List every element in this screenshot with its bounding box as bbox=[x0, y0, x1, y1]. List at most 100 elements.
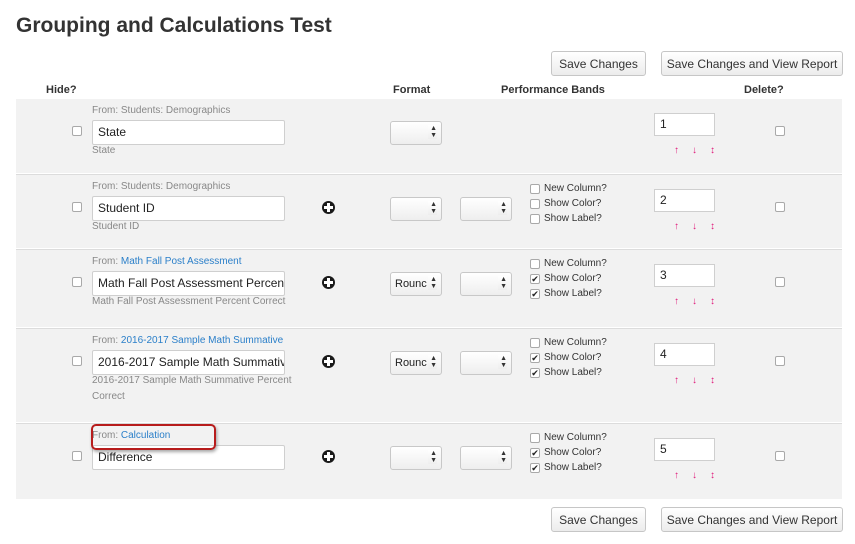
select-arrows-icon: ▲ ▼ bbox=[428, 276, 437, 290]
arrow-down-icon[interactable]: ↓ bbox=[692, 222, 697, 232]
column-name-input[interactable]: State bbox=[92, 120, 285, 145]
header-format: Format bbox=[393, 84, 431, 96]
arrow-down-icon[interactable]: ↓ bbox=[692, 471, 697, 481]
delete-checkbox[interactable] bbox=[775, 451, 785, 461]
show-label-checkbox[interactable]: ✔ bbox=[530, 463, 540, 473]
arrow-updown-icon[interactable]: ↕ bbox=[710, 471, 715, 481]
new-column-checkbox[interactable] bbox=[530, 338, 540, 348]
format-select[interactable]: Rounc ▲ ▼ bbox=[390, 351, 442, 375]
column-name-input[interactable]: Student ID bbox=[92, 196, 285, 221]
show-color-checkbox[interactable]: ✔ bbox=[530, 274, 540, 284]
hide-checkbox[interactable] bbox=[72, 451, 82, 461]
new-column-checkbox[interactable] bbox=[530, 433, 540, 443]
arrow-up-icon[interactable]: ↑ bbox=[674, 471, 679, 481]
show-label-checkbox-label: Show Label? bbox=[544, 367, 602, 378]
format-value: Rounc bbox=[395, 357, 427, 369]
order-input[interactable]: 1 bbox=[654, 113, 715, 136]
order-input[interactable]: 2 bbox=[654, 189, 715, 212]
source-prefix: From: bbox=[92, 335, 121, 346]
highlight-callout bbox=[91, 424, 216, 450]
select-arrows-icon: ▲ ▼ bbox=[428, 125, 437, 139]
arrow-updown-icon[interactable]: ↕ bbox=[710, 222, 715, 232]
arrow-down-icon[interactable]: ↓ bbox=[692, 376, 697, 386]
arrow-up-icon[interactable]: ↑ bbox=[674, 146, 679, 156]
show-color-checkbox[interactable]: ✔ bbox=[530, 353, 540, 363]
select-arrows-icon: ▲ ▼ bbox=[428, 355, 437, 369]
band-select[interactable]: ▲ ▼ bbox=[460, 446, 512, 470]
delete-checkbox[interactable] bbox=[775, 202, 785, 212]
arrow-up-icon[interactable]: ↑ bbox=[674, 376, 679, 386]
format-select[interactable]: ▲ ▼ bbox=[390, 197, 442, 221]
format-select[interactable]: ▲ ▼ bbox=[390, 446, 442, 470]
source-prefix: From: Students: Demographics bbox=[92, 181, 231, 192]
show-color-checkbox-label: Show Color? bbox=[544, 198, 602, 209]
band-select[interactable]: ▲ ▼ bbox=[460, 197, 512, 221]
source-label: From: Students: Demographics bbox=[92, 181, 230, 192]
select-arrows-icon: ▲ ▼ bbox=[498, 276, 507, 290]
new-column-checkbox-label: New Column? bbox=[544, 183, 607, 194]
source-label: From: 2016-2017 Sample Math Summative bbox=[92, 335, 283, 346]
save-button-bottom[interactable]: Save Changes bbox=[551, 507, 646, 532]
show-color-checkbox[interactable] bbox=[530, 199, 540, 209]
arrow-down-icon[interactable]: ↓ bbox=[692, 146, 697, 156]
source-link[interactable]: Math Fall Post Assessment bbox=[121, 256, 242, 267]
format-select[interactable]: ▲ ▼ bbox=[390, 121, 442, 145]
show-label-checkbox-label: Show Label? bbox=[544, 213, 602, 224]
plus-circle-icon[interactable] bbox=[322, 355, 335, 368]
header-delete: Delete? bbox=[744, 84, 784, 96]
column-name-input[interactable]: 2016-2017 Sample Math Summative bbox=[92, 350, 285, 375]
hide-checkbox[interactable] bbox=[72, 126, 82, 136]
header-performance-bands: Performance Bands bbox=[501, 84, 605, 96]
plus-circle-icon[interactable] bbox=[322, 450, 335, 463]
column-name-input[interactable]: Math Fall Post Assessment Percent bbox=[92, 271, 285, 296]
arrow-up-icon[interactable]: ↑ bbox=[674, 297, 679, 307]
band-select[interactable]: ▲ ▼ bbox=[460, 272, 512, 296]
page-title: Grouping and Calculations Test bbox=[16, 14, 332, 37]
show-label-checkbox-label: Show Label? bbox=[544, 462, 602, 473]
arrow-updown-icon[interactable]: ↕ bbox=[710, 376, 715, 386]
order-input[interactable]: 5 bbox=[654, 438, 715, 461]
order-input[interactable]: 3 bbox=[654, 264, 715, 287]
delete-checkbox[interactable] bbox=[775, 356, 785, 366]
show-color-checkbox-label: Show Color? bbox=[544, 447, 602, 458]
save-button[interactable]: Save Changes bbox=[551, 51, 646, 76]
source-label: From: Math Fall Post Assessment bbox=[92, 256, 242, 267]
show-label-checkbox[interactable]: ✔ bbox=[530, 368, 540, 378]
column-sublabel: 2016-2017 Sample Math Summative Percent … bbox=[92, 375, 292, 402]
show-label-checkbox[interactable] bbox=[530, 214, 540, 224]
new-column-checkbox[interactable] bbox=[530, 259, 540, 269]
source-link[interactable]: 2016-2017 Sample Math Summative bbox=[121, 335, 283, 346]
arrow-updown-icon[interactable]: ↕ bbox=[710, 146, 715, 156]
arrow-up-icon[interactable]: ↑ bbox=[674, 222, 679, 232]
arrow-down-icon[interactable]: ↓ bbox=[692, 297, 697, 307]
show-label-checkbox-label: Show Label? bbox=[544, 288, 602, 299]
hide-checkbox[interactable] bbox=[72, 202, 82, 212]
format-select[interactable]: Rounc ▲ ▼ bbox=[390, 272, 442, 296]
new-column-checkbox[interactable] bbox=[530, 184, 540, 194]
order-input[interactable]: 4 bbox=[654, 343, 715, 366]
column-sublabel: State bbox=[92, 145, 116, 156]
plus-circle-icon[interactable] bbox=[322, 201, 335, 214]
source-prefix: From: Students: Demographics bbox=[92, 105, 231, 116]
select-arrows-icon: ▲ ▼ bbox=[498, 450, 507, 464]
hide-checkbox[interactable] bbox=[72, 356, 82, 366]
select-arrows-icon: ▲ ▼ bbox=[428, 450, 437, 464]
arrow-updown-icon[interactable]: ↕ bbox=[710, 297, 715, 307]
show-color-checkbox[interactable]: ✔ bbox=[530, 448, 540, 458]
delete-checkbox[interactable] bbox=[775, 126, 785, 136]
select-arrows-icon: ▲ ▼ bbox=[498, 355, 507, 369]
band-select[interactable]: ▲ ▼ bbox=[460, 351, 512, 375]
hide-checkbox[interactable] bbox=[72, 277, 82, 287]
column-sublabel: Student ID bbox=[92, 221, 140, 232]
delete-checkbox[interactable] bbox=[775, 277, 785, 287]
save-and-view-report-button[interactable]: Save Changes and View Report bbox=[661, 51, 843, 76]
row-divider bbox=[16, 249, 842, 250]
save-and-view-report-button-bottom[interactable]: Save Changes and View Report bbox=[661, 507, 843, 532]
column-sublabel: Math Fall Post Assessment Percent Correc… bbox=[92, 296, 286, 307]
row-divider bbox=[16, 328, 842, 329]
show-color-checkbox-label: Show Color? bbox=[544, 352, 602, 363]
new-column-checkbox-label: New Column? bbox=[544, 258, 607, 269]
new-column-checkbox-label: New Column? bbox=[544, 432, 607, 443]
show-label-checkbox[interactable]: ✔ bbox=[530, 289, 540, 299]
plus-circle-icon[interactable] bbox=[322, 276, 335, 289]
